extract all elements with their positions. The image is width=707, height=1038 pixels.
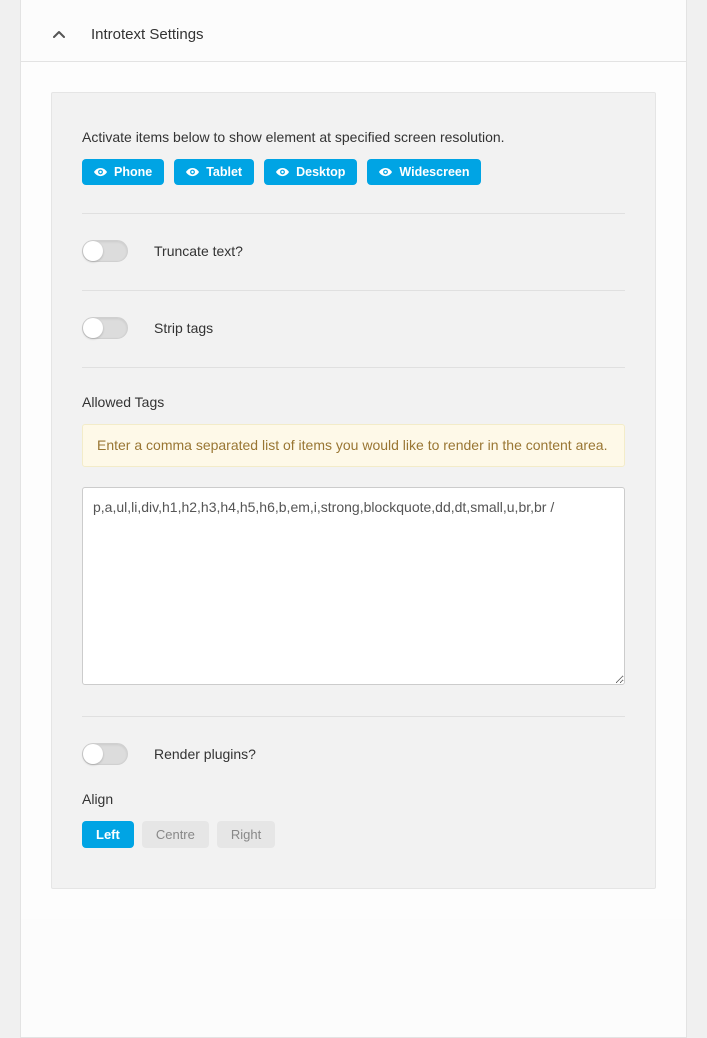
widescreen-label: Widescreen	[399, 165, 469, 179]
render-toggle[interactable]	[82, 743, 128, 765]
truncate-toggle[interactable]	[82, 240, 128, 262]
align-left-button[interactable]: Left	[82, 821, 134, 848]
eye-icon	[276, 167, 289, 177]
toggle-knob	[83, 241, 103, 261]
divider	[82, 290, 625, 291]
section-header[interactable]: Introtext Settings	[21, 10, 686, 62]
strip-label: Strip tags	[154, 320, 213, 336]
allowed-tags-help: Enter a comma separated list of items yo…	[82, 424, 625, 467]
widescreen-button[interactable]: Widescreen	[367, 159, 481, 185]
align-right-button[interactable]: Right	[217, 821, 275, 848]
divider	[82, 716, 625, 717]
strip-row: Strip tags	[82, 317, 625, 339]
section-title: Introtext Settings	[91, 26, 204, 43]
divider	[82, 367, 625, 368]
resolution-hint: Activate items below to show element at …	[82, 129, 625, 145]
toggle-knob	[83, 744, 103, 764]
phone-label: Phone	[114, 165, 152, 179]
chevron-up-icon	[53, 29, 65, 41]
section-body: Activate items below to show element at …	[21, 62, 686, 919]
phone-button[interactable]: Phone	[82, 159, 164, 185]
eye-icon	[186, 167, 199, 177]
allowed-tags-textarea[interactable]	[82, 487, 625, 685]
desktop-button[interactable]: Desktop	[264, 159, 357, 185]
tablet-button[interactable]: Tablet	[174, 159, 254, 185]
eye-icon	[379, 167, 392, 177]
eye-icon	[94, 167, 107, 177]
desktop-label: Desktop	[296, 165, 345, 179]
render-label: Render plugins?	[154, 746, 256, 762]
align-segmented: Left Centre Right	[82, 821, 625, 848]
align-centre-button[interactable]: Centre	[142, 821, 209, 848]
strip-toggle[interactable]	[82, 317, 128, 339]
allowed-tags-label: Allowed Tags	[82, 394, 625, 410]
top-spacer	[21, 0, 686, 10]
settings-card: Activate items below to show element at …	[51, 92, 656, 889]
align-label: Align	[82, 791, 625, 807]
resolution-buttons: Phone Tablet Desktop	[82, 159, 625, 185]
truncate-row: Truncate text?	[82, 240, 625, 262]
tablet-label: Tablet	[206, 165, 242, 179]
divider	[82, 213, 625, 214]
truncate-label: Truncate text?	[154, 243, 243, 259]
settings-panel: Introtext Settings Activate items below …	[20, 0, 687, 1038]
toggle-knob	[83, 318, 103, 338]
render-row: Render plugins?	[82, 743, 625, 765]
